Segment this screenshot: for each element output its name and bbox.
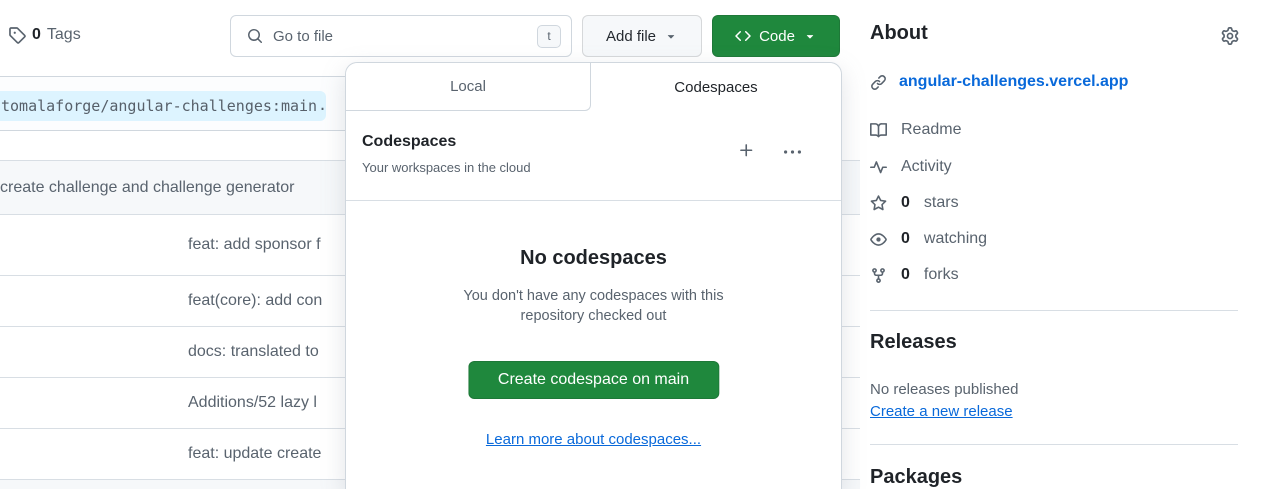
code-dropdown-tabs: Local Codespaces xyxy=(346,63,841,111)
commit-message: feat(core): add con xyxy=(188,292,322,310)
plus-icon[interactable] xyxy=(738,142,755,159)
code-button-label: Code xyxy=(759,28,795,45)
codespaces-title: Codespaces xyxy=(362,133,825,151)
item-label: watching xyxy=(924,230,987,248)
item-count: 0 xyxy=(901,194,910,212)
create-codespace-button[interactable]: Create codespace on main xyxy=(468,361,719,399)
code-dropdown-panel: Local Codespaces Codespaces Your workspa… xyxy=(345,62,842,489)
item-label: Readme xyxy=(901,121,961,139)
commit-header-message: create challenge and challenge generator xyxy=(0,179,294,197)
empty-state-line2: repository checked out xyxy=(346,306,841,326)
branch-ref-text: tomalaforge/angular-challenges:main xyxy=(1,97,317,115)
releases-title: Releases xyxy=(870,331,957,354)
tags-link[interactable]: 0 Tags xyxy=(8,26,81,44)
commit-message: Additions/52 lazy l xyxy=(188,394,317,412)
codespaces-header: Codespaces Your workspaces in the cloud xyxy=(346,111,841,201)
code-icon xyxy=(735,28,751,44)
add-file-button[interactable]: Add file xyxy=(582,15,702,57)
search-shortcut-key: t xyxy=(537,25,561,48)
website-link-row[interactable]: angular-challenges.vercel.app xyxy=(870,73,1128,91)
github-repo-page: 0 Tags t Add file Code tomalaforge/angul… xyxy=(0,0,1278,489)
empty-state-text: You don't have any codespaces with this … xyxy=(346,286,841,326)
branch-ref-link[interactable]: tomalaforge/angular-challenges:main xyxy=(0,91,326,121)
tag-icon xyxy=(8,26,26,44)
link-icon xyxy=(870,74,887,91)
search-input[interactable] xyxy=(273,28,527,45)
star-icon xyxy=(870,195,887,212)
add-file-label: Add file xyxy=(606,28,656,45)
sidebar-item-readme[interactable]: Readme xyxy=(870,121,961,139)
commit-message: feat: update create xyxy=(188,445,321,463)
sidebar-divider xyxy=(870,444,1238,445)
create-release-link[interactable]: Create a new release xyxy=(870,403,1013,420)
commit-message: feat: add sponsor f xyxy=(188,236,321,254)
empty-state-title: No codespaces xyxy=(346,247,841,270)
sidebar-item-watching[interactable]: 0 watching xyxy=(870,230,987,248)
item-label: forks xyxy=(924,266,959,284)
website-link[interactable]: angular-challenges.vercel.app xyxy=(899,73,1128,91)
chevron-down-icon xyxy=(803,29,817,43)
sidebar-item-stars[interactable]: 0 stars xyxy=(870,194,959,212)
codespaces-subtitle: Your workspaces in the cloud xyxy=(362,160,825,175)
item-label: Activity xyxy=(901,158,952,176)
empty-state-line1: You don't have any codespaces with this xyxy=(346,286,841,306)
code-button[interactable]: Code xyxy=(712,15,840,57)
item-count: 0 xyxy=(901,266,910,284)
tags-count: 0 xyxy=(32,26,41,44)
book-icon xyxy=(870,122,887,139)
branch-ref-suffix: . xyxy=(318,96,327,114)
tab-local[interactable]: Local xyxy=(346,63,591,111)
go-to-file-search[interactable]: t xyxy=(230,15,572,57)
eye-icon xyxy=(870,231,887,248)
sidebar-item-forks[interactable]: 0 forks xyxy=(870,266,959,284)
commit-message: docs: translated to xyxy=(188,343,319,361)
sidebar-divider xyxy=(870,310,1238,311)
pulse-icon xyxy=(870,159,887,176)
chevron-down-icon xyxy=(664,29,678,43)
tab-codespaces[interactable]: Codespaces xyxy=(591,63,841,111)
gear-icon[interactable] xyxy=(1221,27,1239,45)
learn-more-link[interactable]: Learn more about codespaces... xyxy=(346,431,841,448)
tags-label: Tags xyxy=(47,26,81,44)
kebab-icon[interactable] xyxy=(784,144,801,161)
packages-title: Packages xyxy=(870,466,962,489)
search-icon xyxy=(247,28,263,44)
item-count: 0 xyxy=(901,230,910,248)
fork-icon xyxy=(870,267,887,284)
releases-empty-text: No releases published xyxy=(870,381,1018,398)
item-label: stars xyxy=(924,194,959,212)
sidebar-item-activity[interactable]: Activity xyxy=(870,158,952,176)
about-title: About xyxy=(870,22,928,45)
